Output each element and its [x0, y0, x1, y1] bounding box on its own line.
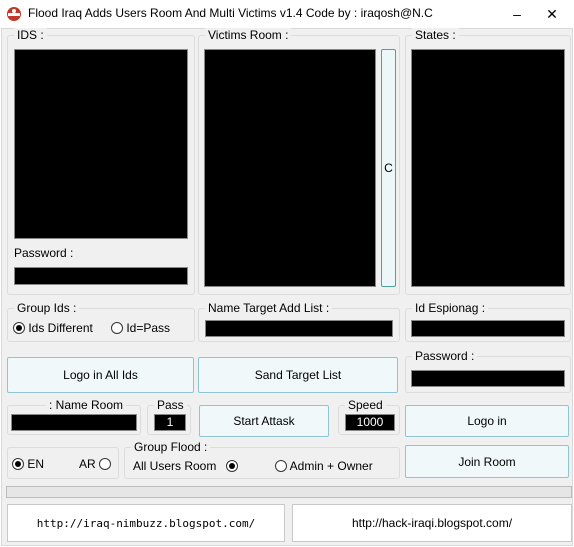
victims-room-list[interactable]	[204, 49, 376, 287]
states-label: States :	[412, 28, 459, 42]
name-room-input[interactable]	[11, 414, 137, 431]
speed-input[interactable]: 1000	[345, 414, 395, 431]
name-room-group: : Name Room	[7, 398, 141, 435]
id-espionag-label: Id Espionag :	[412, 301, 489, 315]
progress-bar	[6, 486, 572, 498]
link-iraq-nimbuzz[interactable]: http://iraq-nimbuzz.blogspot.com/	[7, 504, 285, 542]
id-pass-radio[interactable]	[111, 322, 123, 334]
clear-victims-button[interactable]: C	[381, 49, 396, 287]
logo-in-all-ids-button[interactable]: Logo in All Ids	[7, 357, 194, 393]
ar-label: AR	[79, 457, 96, 471]
speed-label: Speed	[345, 398, 386, 412]
pass-group: Pass 1	[147, 398, 191, 435]
id-espionag-input[interactable]	[411, 320, 565, 337]
group-flood-label: Group Flood :	[131, 440, 211, 454]
ids-different-label: Ids Different	[28, 321, 93, 335]
pass-input[interactable]: 1	[154, 414, 186, 431]
ar-radio[interactable]	[99, 458, 112, 470]
title-bar: Flood Iraq Adds Users Room And Multi Vic…	[0, 0, 574, 28]
main-form: IDS : Password : Victims Room : C States…	[1, 28, 573, 546]
ids-group: IDS : Password :	[7, 28, 195, 295]
password-label: Password :	[11, 246, 77, 260]
victims-room-group: Victims Room : C	[198, 28, 400, 295]
name-target-group: Name Target Add List :	[198, 301, 400, 342]
id-pass-option[interactable]: Id=Pass	[111, 321, 170, 335]
link-hack-iraqi[interactable]: http://hack-iraqi.blogspot.com/	[292, 504, 572, 542]
ids-different-radio[interactable]	[13, 322, 25, 334]
en-label: EN	[27, 457, 45, 471]
states-group: States :	[405, 28, 571, 295]
language-group: EN AR	[7, 447, 119, 479]
speed-group: Speed 1000	[338, 398, 400, 435]
minimize-button[interactable]: –	[502, 3, 532, 25]
espionag-password-label: Password :	[412, 349, 478, 363]
group-flood: Group Flood : All Users Room Admin + Own…	[124, 440, 400, 479]
pass-label: Pass	[154, 398, 187, 412]
id-pass-label: Id=Pass	[126, 321, 171, 335]
name-target-input[interactable]	[205, 320, 393, 337]
group-ids: Group Ids : Ids Different Id=Pass	[7, 301, 195, 342]
all-users-room-option[interactable]: All Users Room	[133, 459, 238, 473]
ids-different-option[interactable]: Ids Different	[13, 321, 93, 335]
group-ids-label: Group Ids :	[14, 301, 80, 315]
name-room-label: : Name Room	[46, 398, 127, 412]
window-title: Flood Iraq Adds Users Room And Multi Vic…	[28, 6, 433, 20]
admin-owner-label: Admin + Owner	[289, 459, 373, 473]
espionag-password-input[interactable]	[411, 370, 565, 387]
name-target-label: Name Target Add List :	[205, 301, 333, 315]
sand-target-list-button[interactable]: Sand Target List	[198, 357, 398, 393]
en-option[interactable]: EN	[12, 457, 44, 471]
password-input[interactable]	[14, 267, 188, 285]
id-espionag-group: Id Espionag :	[405, 301, 571, 342]
logo-in-button[interactable]: Logo in	[405, 405, 569, 437]
admin-owner-radio[interactable]	[275, 460, 287, 472]
espionag-password-group: Password :	[405, 349, 571, 393]
ids-label: IDS :	[14, 28, 47, 42]
app-icon	[7, 7, 21, 21]
ar-option[interactable]: AR	[79, 457, 112, 471]
admin-owner-option[interactable]: Admin + Owner	[275, 459, 373, 473]
all-users-room-radio[interactable]	[225, 460, 238, 472]
join-room-button[interactable]: Join Room	[405, 445, 569, 478]
states-list[interactable]	[411, 49, 565, 287]
en-radio[interactable]	[12, 458, 24, 470]
victims-room-label: Victims Room :	[205, 28, 292, 42]
start-attack-button[interactable]: Start Attask	[199, 405, 329, 437]
all-users-room-label: All Users Room	[133, 459, 217, 473]
ids-textarea[interactable]	[14, 49, 188, 239]
close-button[interactable]: ✕	[537, 3, 567, 25]
